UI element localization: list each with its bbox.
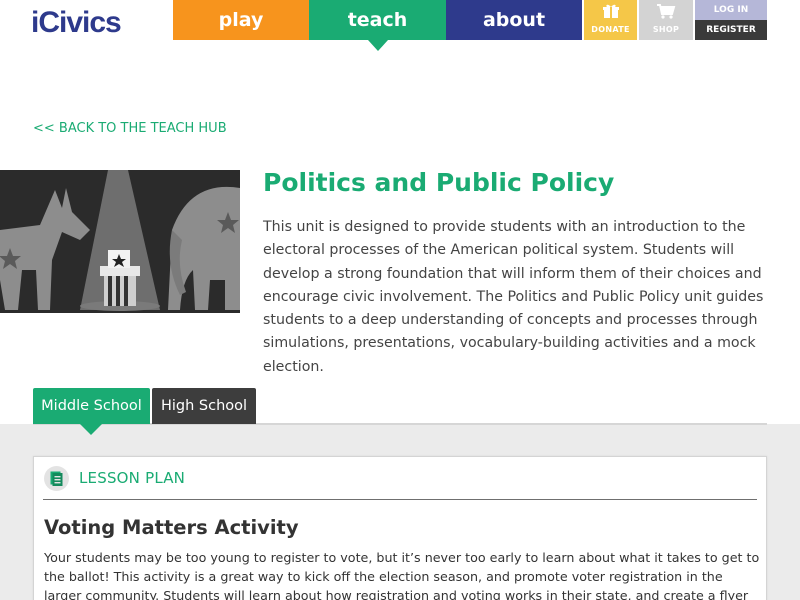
- shop-button[interactable]: SHOP: [639, 0, 693, 40]
- lesson-divider: [43, 499, 757, 500]
- gift-icon: [584, 0, 637, 24]
- nav-about[interactable]: about: [446, 0, 582, 40]
- unit-title: Politics and Public Policy: [263, 168, 615, 197]
- active-tab-pointer: [80, 424, 102, 435]
- nav-play[interactable]: play: [173, 0, 309, 40]
- logo-text: iCivics: [31, 6, 122, 39]
- lesson-description: Your students may be too young to regist…: [44, 550, 760, 600]
- donate-label: DONATE: [591, 25, 630, 34]
- unit-hero-image: [0, 170, 240, 313]
- site-header: iCivics play teach about DONATE SHOP LOG…: [0, 0, 800, 40]
- lesson-card[interactable]: LESSON PLAN Voting Matters Activity Your…: [33, 456, 767, 600]
- active-nav-pointer: [368, 40, 388, 51]
- lesson-plan-icon: [44, 466, 69, 491]
- back-to-teach-hub-link[interactable]: << BACK TO THE TEACH HUB: [33, 121, 227, 136]
- unit-description: This unit is designed to provide student…: [263, 219, 764, 375]
- lesson-title[interactable]: Voting Matters Activity: [44, 516, 299, 539]
- donkey-elephant-ballot-illustration: [0, 170, 240, 313]
- cart-icon: [639, 0, 693, 24]
- login-button[interactable]: LOG IN: [695, 0, 767, 20]
- tab-middle-school[interactable]: Middle School: [33, 388, 150, 424]
- lesson-type-label: LESSON PLAN: [79, 469, 186, 487]
- register-button[interactable]: REGISTER: [695, 20, 767, 40]
- nav-teach[interactable]: teach: [309, 0, 446, 40]
- shop-label: SHOP: [652, 25, 680, 34]
- donate-button[interactable]: DONATE: [584, 0, 637, 40]
- tab-high-school[interactable]: High School: [152, 388, 256, 424]
- icivics-logo[interactable]: iCivics: [31, 6, 122, 40]
